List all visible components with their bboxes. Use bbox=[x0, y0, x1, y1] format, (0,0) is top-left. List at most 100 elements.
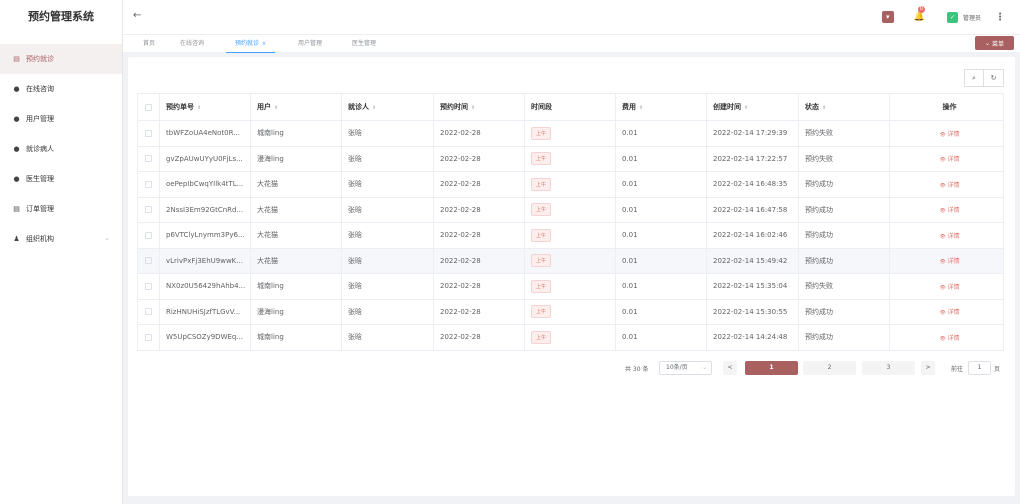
row-checkbox[interactable] bbox=[137, 171, 160, 198]
search-icon[interactable]: ⌕ bbox=[964, 69, 984, 87]
sort-icon[interactable]: ⬍ bbox=[197, 105, 201, 111]
sidebar-item-4[interactable]: ● 就诊病人 bbox=[0, 134, 122, 164]
table-cell: NX0z0U56429hAhb4... bbox=[159, 273, 251, 300]
pin-icon: ● bbox=[13, 85, 20, 93]
row-checkbox[interactable] bbox=[137, 197, 160, 223]
tab-home[interactable]: 首页 bbox=[143, 35, 155, 53]
row-checkbox[interactable] bbox=[137, 299, 160, 325]
back-arrow-icon[interactable]: ← bbox=[133, 10, 141, 21]
refresh-icon[interactable]: ↻ bbox=[984, 69, 1004, 87]
more-icon[interactable]: ⋮ bbox=[995, 12, 1005, 23]
sort-icon[interactable]: ⬍ bbox=[744, 105, 748, 111]
sort-icon[interactable]: ⬍ bbox=[274, 105, 278, 111]
table-cell: 上午 bbox=[524, 299, 616, 325]
tab-users[interactable]: 用户管理 bbox=[298, 35, 322, 53]
table-cell: 0.01 bbox=[615, 146, 707, 172]
header-right: ▾ 🔔 0 ✓ 管理员 ⋮ bbox=[881, 0, 1020, 34]
close-icon[interactable]: × bbox=[262, 41, 266, 47]
column-header[interactable]: 创建时间 ⬍ bbox=[706, 93, 799, 121]
select-all-checkbox[interactable] bbox=[137, 93, 160, 121]
sidebar: 预约管理系统 ▤ 预约就诊 ● 在线咨询 ● 用户管理 ● 就诊病人 ● 医生管理 ▤ 订单管理 ♟ 组织… bbox=[0, 0, 123, 504]
tab-consult[interactable]: 在线咨询 bbox=[180, 35, 204, 53]
detail-link[interactable]: 👁 详情 bbox=[940, 233, 960, 240]
table-tools: ⌕ ↻ bbox=[964, 69, 1004, 87]
table-cell: 上午 bbox=[524, 171, 616, 198]
page-size-select[interactable]: 10条/页 ⌄ bbox=[659, 361, 712, 375]
column-header[interactable]: 预约单号 ⬍ bbox=[159, 93, 251, 121]
detail-link[interactable]: 👁 详情 bbox=[940, 207, 960, 214]
table-cell: 预约失败 bbox=[798, 120, 890, 147]
table-cell: 2022-02-14 16:48:35 bbox=[706, 171, 799, 198]
column-header[interactable]: 费用 ⬍ bbox=[615, 93, 707, 121]
column-header[interactable]: 就诊人 ⬍ bbox=[341, 93, 434, 121]
notification-bell[interactable]: 🔔 0 bbox=[914, 6, 925, 22]
theme-dropdown-icon[interactable]: ▾ bbox=[881, 11, 894, 23]
sort-icon[interactable]: ⬍ bbox=[822, 105, 826, 111]
detail-link[interactable]: 👁 详情 bbox=[940, 284, 960, 291]
row-checkbox[interactable] bbox=[137, 273, 160, 300]
detail-link[interactable]: 👁 详情 bbox=[940, 131, 960, 138]
column-header-label: 费用 bbox=[622, 103, 636, 111]
notification-badge: 0 bbox=[917, 6, 925, 13]
sidebar-item-3[interactable]: ● 用户管理 bbox=[0, 104, 122, 134]
page-1[interactable]: 1 bbox=[745, 361, 798, 375]
row-checkbox[interactable] bbox=[137, 324, 160, 351]
table-cell: vLrivPxFj3EhU9wwK... bbox=[159, 248, 251, 274]
table-cell: 城南ling bbox=[250, 324, 342, 351]
column-header-label: 用户 bbox=[257, 103, 271, 111]
chevron-down-icon: ⌄ bbox=[701, 364, 707, 371]
table-cell: 漫海ling bbox=[250, 299, 342, 325]
row-checkbox[interactable] bbox=[137, 120, 160, 147]
column-header-label: 预约时间 bbox=[440, 103, 468, 111]
table-row: NX0z0U56429hAhb4... 城南ling 张晗 2022-02-28 上午 0… bbox=[137, 273, 1004, 300]
goto-page-input[interactable]: 1 bbox=[968, 361, 991, 375]
page-size-value: 10条/页 bbox=[666, 364, 688, 371]
detail-link[interactable]: 👁 详情 bbox=[940, 335, 960, 342]
table-cell: 2022-02-28 bbox=[433, 273, 525, 300]
row-checkbox[interactable] bbox=[137, 248, 160, 274]
table-cell: 0.01 bbox=[615, 299, 707, 325]
table-cell: 预约成功 bbox=[798, 197, 890, 223]
page-3[interactable]: 3 bbox=[862, 361, 915, 375]
column-header[interactable]: 状态 ⬍ bbox=[798, 93, 890, 121]
table-cell: 0.01 bbox=[615, 248, 707, 274]
table-cell: 张晗 bbox=[341, 299, 434, 325]
sidebar-item-5[interactable]: ● 医生管理 bbox=[0, 164, 122, 194]
detail-label: 详情 bbox=[947, 181, 960, 189]
sort-icon[interactable]: ⬍ bbox=[372, 105, 376, 111]
sidebar-item-2[interactable]: ● 在线咨询 bbox=[0, 74, 122, 104]
row-checkbox[interactable] bbox=[137, 146, 160, 172]
row-checkbox[interactable] bbox=[137, 222, 160, 249]
table-cell: 2022-02-14 16:47:58 bbox=[706, 197, 799, 223]
calendar-icon: ▤ bbox=[13, 55, 20, 63]
sort-icon[interactable]: ⬍ bbox=[639, 105, 643, 111]
prev-page-button[interactable]: < bbox=[723, 361, 737, 375]
table-cell: 上午 bbox=[524, 248, 616, 274]
sidebar-item-label: 在线咨询 bbox=[26, 85, 54, 93]
table-cell: 上午 bbox=[524, 146, 616, 172]
sort-icon[interactable]: ⬍ bbox=[471, 105, 475, 111]
table-cell: 👁 详情 bbox=[889, 248, 1004, 274]
sidebar-item-7[interactable]: ♟ 组织机构 ⌄ bbox=[0, 224, 122, 254]
detail-link[interactable]: 👁 详情 bbox=[940, 309, 960, 316]
user-name[interactable]: 管理员 bbox=[963, 13, 981, 22]
sidebar-item-1[interactable]: ▤ 预约就诊 bbox=[0, 44, 122, 74]
detail-link[interactable]: 👁 详情 bbox=[940, 156, 960, 163]
sidebar-item-6[interactable]: ▤ 订单管理 bbox=[0, 194, 122, 224]
app-title: 预约管理系统 bbox=[28, 10, 94, 23]
detail-label: 详情 bbox=[947, 283, 960, 291]
column-header[interactable]: 预约时间 ⬍ bbox=[433, 93, 525, 121]
avatar[interactable]: ✓ bbox=[946, 11, 958, 23]
column-header[interactable]: 操作 bbox=[889, 93, 1004, 121]
page-2[interactable]: 2 bbox=[803, 361, 856, 375]
tab-doctors[interactable]: 医生管理 bbox=[352, 35, 376, 53]
column-header[interactable]: 时间段 bbox=[524, 93, 616, 121]
next-page-button[interactable]: > bbox=[921, 361, 935, 375]
appointment-table: 预约单号 ⬍ 用户 ⬍ 就诊人 ⬍ 预约时间 ⬍ 时间段 费用 ⬍ 创建时间 ⬍ 状态 ⬍ 操作 tbWFZo… bbox=[137, 93, 1004, 351]
table-row: W5UpCSOZy9DWEq... 城南ling 张晗 2022-02-28 上午 0.0… bbox=[137, 324, 1004, 351]
menu-button[interactable]: ⌄ 菜单 bbox=[975, 36, 1014, 50]
tab-appointment[interactable]: 预约就诊 × bbox=[226, 35, 276, 53]
detail-link[interactable]: 👁 详情 bbox=[940, 258, 960, 265]
detail-link[interactable]: 👁 详情 bbox=[940, 182, 960, 189]
column-header[interactable]: 用户 ⬍ bbox=[250, 93, 342, 121]
